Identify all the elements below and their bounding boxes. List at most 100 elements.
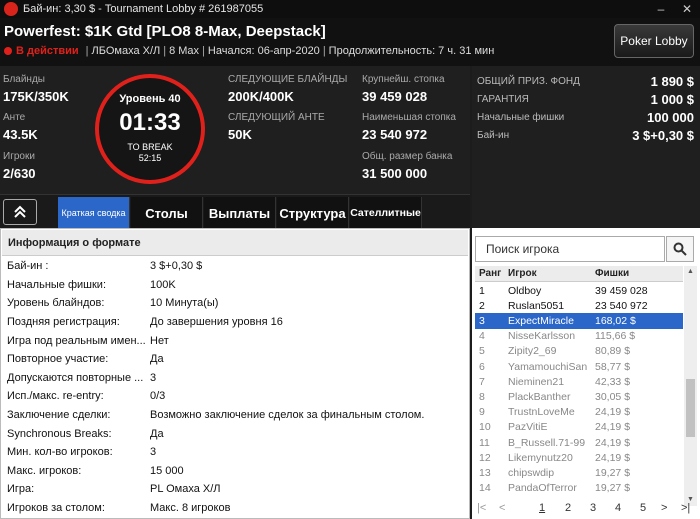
player-chips: 19,27 $ xyxy=(595,482,631,495)
smallest-stack-value: 23 540 972 xyxy=(362,127,428,142)
info-row-label: Игроков за столом: xyxy=(7,502,105,515)
player-name: NisseKarlsson xyxy=(508,330,576,343)
total-bank-value: 31 500 000 xyxy=(362,166,428,181)
prize-pool-label: ОБЩИЙ ПРИЗ. ФОНД xyxy=(477,75,580,87)
scroll-thumb[interactable] xyxy=(686,379,695,437)
info-row: Бай-ин : 3 $+0,30 $ xyxy=(7,257,467,276)
info-row-value: Макс. 8 игроков xyxy=(150,502,231,515)
scroll-up-icon[interactable]: ▲ xyxy=(684,266,697,278)
buyin-label: Бай-ин xyxy=(477,129,510,141)
close-button[interactable]: ✕ xyxy=(674,0,700,18)
tab-payouts[interactable]: Выплаты xyxy=(204,197,276,229)
buyin-value: 3 $+0,30 $ xyxy=(632,127,694,143)
page-2-button[interactable]: 2 xyxy=(565,502,571,514)
level-time: 01:33 xyxy=(119,109,181,136)
tab-bar: Краткая сводка Столы Выплаты Структура С… xyxy=(0,194,470,229)
info-row-label: Synchronous Breaks: xyxy=(7,427,112,440)
search-button[interactable] xyxy=(666,236,694,262)
info-row-label: Игра под реальным имен... xyxy=(7,334,146,347)
prize-pool-value: 1 890 $ xyxy=(650,73,694,89)
poker-lobby-button[interactable]: Poker Lobby xyxy=(614,24,694,58)
players-scrollbar[interactable]: ▲ ▼ xyxy=(684,266,697,506)
player-name: PlackBanther xyxy=(508,390,571,403)
player-row[interactable]: 8 PlackBanther 30,05 $ xyxy=(475,389,683,404)
info-row: Поздняя регистрация: До завершения уровня… xyxy=(7,313,467,332)
player-row[interactable]: 9 TrustnLoveMe 24,19 $ xyxy=(475,405,683,420)
page-4-button[interactable]: 4 xyxy=(615,502,621,514)
player-name: PazVitiE xyxy=(508,421,548,434)
tab-satellites[interactable]: Сателлитные xyxy=(350,197,422,229)
level-label: Уровень 40 xyxy=(119,93,181,105)
info-row: Synchronous Breaks: Да xyxy=(7,424,467,443)
player-row[interactable]: 13 chipswdip 19,27 $ xyxy=(475,465,683,480)
players-value: 2/630 xyxy=(3,166,36,181)
player-chips: 42,33 $ xyxy=(595,375,631,388)
last-page-button[interactable]: >| xyxy=(681,502,690,514)
next-ante-value: 50K xyxy=(228,127,252,142)
player-row[interactable]: 4 NisseKarlsson 115,66 $ xyxy=(475,329,683,344)
players-label: Игроки xyxy=(3,151,35,162)
next-page-button[interactable]: > xyxy=(661,502,667,514)
player-rank: 5 xyxy=(479,345,485,358)
separator: | xyxy=(202,45,205,57)
tab-tables[interactable]: Столы xyxy=(131,197,203,229)
col-rank-header[interactable]: Ранг xyxy=(479,266,501,281)
tournament-header: Powerfest: $1K Gtd [PLO8 8-Max, Deepstac… xyxy=(0,18,700,66)
tab-structure[interactable]: Структура xyxy=(277,197,349,229)
tournament-name: Powerfest: $1K Gtd [PLO8 8-Max, Deepstac… xyxy=(4,23,326,40)
info-row-value: Возможно заключение сделок за финальным … xyxy=(150,409,425,422)
start-time: Начался: 06-апр-2020 xyxy=(207,45,320,57)
player-row[interactable]: 6 YamamouchiSan 58,77 $ xyxy=(475,359,683,374)
status-badge: В действии xyxy=(16,45,79,57)
break-time: 52:15 xyxy=(138,153,162,163)
page-5-button[interactable]: 5 xyxy=(640,502,646,514)
format-info-panel: Информация о формате Бай-ин : 3 $+0,30 $ Н… xyxy=(0,228,470,519)
minimize-button[interactable]: – xyxy=(648,0,674,18)
col-player-header[interactable]: Игрок xyxy=(508,266,537,281)
info-row-label: Макс. игроков: xyxy=(7,464,82,477)
player-rank: 2 xyxy=(479,299,485,312)
player-row[interactable]: 5 Zipity2_69 80,89 $ xyxy=(475,344,683,359)
player-name: Ruslan5051 xyxy=(508,299,565,312)
page-1-button[interactable]: 1 xyxy=(539,502,545,514)
info-row-value: 10 Минута(ы) xyxy=(150,297,219,310)
player-row[interactable]: 10 PazVitiE 24,19 $ xyxy=(475,420,683,435)
title-bar: Бай-ин: 3,30 $ - Tournament Lobby # 2619… xyxy=(0,0,700,18)
tournament-status-line: В действии | ЛБОмаха Х/Л | 8 Max | Начал… xyxy=(4,45,494,57)
player-name: Oldboy xyxy=(508,284,542,297)
info-row: Уровень блайндов: 10 Минута(ы) xyxy=(7,294,467,313)
info-row-value: PL Омаха Х/Л xyxy=(150,483,221,496)
player-chips: 168,02 $ xyxy=(595,314,636,327)
player-search-input[interactable]: Поиск игрока xyxy=(475,236,665,262)
player-chips: 19,27 $ xyxy=(595,466,631,479)
info-row: Макс. игроков: 15 000 xyxy=(7,462,467,481)
ante-label: Анте xyxy=(3,112,26,123)
tab-summary[interactable]: Краткая сводка xyxy=(58,197,130,229)
player-name: PandaOfTerror xyxy=(508,482,577,495)
next-blinds-label: СЛЕДУЮЩИЕ БЛАЙНДЫ xyxy=(228,74,348,85)
players-panel: Поиск игрока Ранг Игрок Фишки 1 Oldboy 39 … xyxy=(472,228,700,519)
info-row-label: Мин. кол-во игроков: xyxy=(7,446,113,459)
collapse-button[interactable] xyxy=(3,199,37,225)
info-row-value: 0/3 xyxy=(150,390,166,403)
player-row[interactable]: 12 Likemynutz20 24,19 $ xyxy=(475,450,683,465)
player-row[interactable]: 7 Nieminen21 42,33 $ xyxy=(475,374,683,389)
ante-value: 43.5K xyxy=(3,127,38,142)
guarantee-label: ГАРАНТИЯ xyxy=(477,93,529,105)
col-chips-header[interactable]: Фишки xyxy=(595,266,629,281)
first-page-button[interactable]: |< xyxy=(477,502,486,514)
player-chips: 30,05 $ xyxy=(595,390,631,403)
player-row[interactable]: 1 Oldboy 39 459 028 xyxy=(475,283,683,298)
player-row[interactable]: 3 ExpectMiracle 168,02 $ xyxy=(475,313,683,329)
prev-page-button[interactable]: < xyxy=(499,502,505,514)
player-name: Likemynutz20 xyxy=(508,451,573,464)
player-row[interactable]: 2 Ruslan5051 23 540 972 xyxy=(475,298,683,313)
player-rank: 9 xyxy=(479,406,485,419)
buyin-row: Бай-ин 3 $+0,30 $ xyxy=(477,127,694,143)
player-chips: 115,66 $ xyxy=(595,330,636,343)
player-row[interactable]: 11 B_Russell.71-99 24,19 $ xyxy=(475,435,683,450)
player-row[interactable]: 14 PandaOfTerror 19,27 $ xyxy=(475,481,683,496)
player-rank: 8 xyxy=(479,390,485,403)
page-3-button[interactable]: 3 xyxy=(590,502,596,514)
info-row-value: Да xyxy=(150,353,164,366)
